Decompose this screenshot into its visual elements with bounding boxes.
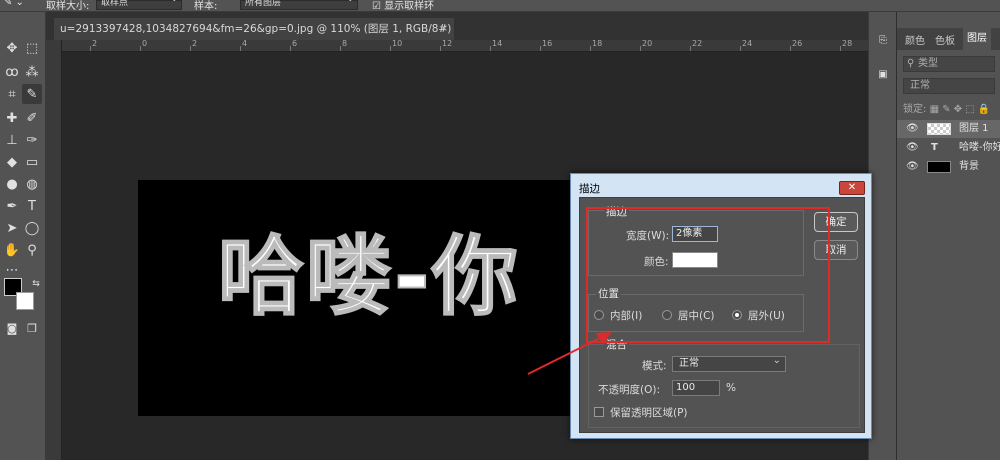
lasso-tool-icon[interactable]: ꝏ — [2, 62, 22, 82]
preserve-transparency-label: 保留透明区域(P) — [610, 407, 688, 419]
gradient-tool-icon[interactable]: ▭ — [22, 152, 42, 172]
layer-name: 哈喽-你好 — [959, 142, 1000, 153]
document-tab[interactable]: u=2913397428,1034827694&fm=26&gp=0.jpg @… — [54, 18, 454, 40]
screen-mode-icon[interactable]: ❐ — [22, 318, 42, 338]
magic-wand-icon[interactable]: ⁂ — [22, 62, 42, 82]
history-brush-icon[interactable]: ✑ — [22, 130, 42, 150]
lock-label: 锁定: — [903, 104, 927, 115]
ruler-tick-label: 16 — [542, 40, 553, 48]
eyedropper-icon[interactable]: ✎ ⌄ — [4, 0, 24, 8]
options-bar: ✎ ⌄ 取样大小: 取样点 样本: 所有图层 ☑ 显示取样环 — [0, 0, 1000, 12]
hand-tool-icon[interactable]: ✋ — [2, 240, 22, 260]
layer-thumbnail — [927, 123, 951, 135]
ruler-tick-label: 14 — [492, 40, 503, 48]
ruler-tick-label: 8 — [342, 40, 348, 48]
blur-tool-icon[interactable]: ● — [2, 174, 22, 194]
swap-colors-icon[interactable]: ⇆ — [26, 274, 46, 294]
zoom-tool-icon[interactable]: ⚲ — [22, 240, 42, 260]
blend-mode-select[interactable]: 正常 — [903, 78, 995, 94]
show-ring-label: 显示取样环 — [384, 1, 435, 12]
ruler-tick-label: 24 — [742, 40, 753, 48]
document-tab-bar: u=2913397428,1034827694&fm=26&gp=0.jpg @… — [46, 12, 868, 40]
dodge-tool-icon[interactable]: ◍ — [22, 174, 42, 194]
collapsed-panel-strip: ⎘ ▣ — [868, 12, 896, 460]
ruler-tick-label: 0 — [142, 40, 148, 48]
eraser-tool-icon[interactable]: ◆ — [2, 152, 22, 172]
sample-value: 所有图层 — [245, 0, 282, 8]
visibility-eye-icon[interactable]: 👁 — [906, 158, 919, 176]
opacity-label: 不透明度(O): — [598, 384, 660, 396]
ruler-tick-label: 10 — [392, 40, 403, 48]
layers-panel: 颜色 色板 图层 ⚲ 类型 正常 锁定: ▦ ✎ ✥ ⬚ 🔒 👁 图层 1 👁 … — [896, 12, 1000, 460]
tab-layers[interactable]: 图层 — [963, 28, 991, 50]
ruler-tick-label: 22 — [692, 40, 703, 48]
mode-value: 正常 — [679, 358, 699, 369]
type-tool-icon[interactable]: T — [22, 196, 42, 216]
sample-size-value: 取样点 — [101, 0, 129, 8]
ruler-tick-label: 4 — [242, 40, 248, 48]
marquee-tool-icon[interactable]: ⬚ — [22, 38, 42, 58]
blend-mode-value: 正常 — [910, 80, 930, 91]
more-tools-icon[interactable]: ⋯ — [2, 260, 22, 280]
sample-size-label: 取样大小: — [46, 1, 90, 12]
horizontal-ruler: 2 0 2 4 6 8 10 12 14 16 18 20 22 24 26 28 — [62, 40, 868, 52]
clone-stamp-icon[interactable]: ⊥ — [2, 130, 22, 150]
layer-row[interactable]: 👁 T 哈喽-你好 — [897, 139, 1000, 157]
ruler-tick-label: 20 — [642, 40, 653, 48]
quick-mask-icon[interactable]: ◙ — [2, 318, 22, 338]
properties-panel-icon[interactable]: ▣ — [873, 64, 893, 84]
ruler-tick-label: 12 — [442, 40, 453, 48]
layer-filter-value: 类型 — [918, 58, 938, 69]
ruler-tick-label: 28 — [842, 40, 853, 48]
layer-row[interactable]: 👁 背景 — [897, 158, 1000, 176]
close-icon[interactable]: ✕ — [839, 181, 865, 195]
show-ring-checkbox[interactable]: ☑ 显示取样环 — [372, 0, 435, 12]
preserve-transparency-checkbox[interactable] — [594, 407, 604, 417]
sample-select[interactable]: 所有图层 — [240, 0, 358, 10]
history-panel-icon[interactable]: ⎘ — [873, 30, 893, 50]
text-layer-icon: T — [931, 142, 938, 153]
layer-name: 图层 1 — [959, 123, 989, 134]
lock-row: 锁定: ▦ ✎ ✥ ⬚ 🔒 — [903, 100, 990, 115]
tools-panel: ✥ ⬚ ꝏ ⁂ ⌗ ✎ ✚ ✐ ⊥ ✑ ◆ ▭ ● ◍ ✒ T ➤ ◯ ✋ ⚲ … — [0, 12, 46, 460]
tab-color[interactable]: 颜色 — [905, 32, 925, 47]
path-selection-icon[interactable]: ➤ — [2, 218, 22, 238]
layer-filter-select[interactable]: ⚲ 类型 — [903, 56, 995, 72]
eyedropper-tool-icon[interactable]: ✎ — [22, 84, 42, 104]
pen-tool-icon[interactable]: ✒ — [2, 196, 22, 216]
tab-swatches[interactable]: 色板 — [935, 32, 955, 47]
annotation-highlight-box — [586, 207, 830, 343]
ellipse-tool-icon[interactable]: ◯ — [22, 218, 42, 238]
lock-icons[interactable]: ▦ ✎ ✥ ⬚ 🔒 — [930, 104, 991, 115]
canvas-text-layer[interactable]: 哈喽-你 — [217, 206, 520, 331]
document-canvas[interactable]: 哈喽-你 — [138, 180, 606, 416]
close-tab-icon[interactable]: × — [440, 18, 448, 40]
brush-tool-icon[interactable]: ✐ — [22, 108, 42, 128]
layer-thumbnail — [927, 161, 951, 173]
dialog-title: 描边 — [579, 183, 600, 195]
ruler-tick-label: 6 — [292, 40, 298, 48]
visibility-eye-icon[interactable]: 👁 — [906, 139, 919, 157]
vertical-ruler — [46, 40, 62, 460]
panel-tabs: 颜色 色板 图层 — [897, 28, 1000, 50]
mode-select[interactable]: 正常 — [672, 354, 786, 372]
search-icon: ⚲ — [907, 58, 915, 69]
visibility-eye-icon[interactable]: 👁 — [906, 120, 919, 138]
ruler-tick-label: 26 — [792, 40, 803, 48]
opacity-unit: % — [726, 382, 736, 394]
healing-brush-icon[interactable]: ✚ — [2, 108, 22, 128]
background-color-swatch[interactable] — [16, 292, 34, 310]
layer-row[interactable]: 👁 图层 1 — [897, 120, 1000, 138]
opacity-input[interactable]: 100 — [672, 380, 720, 396]
ruler-tick-label: 18 — [592, 40, 603, 48]
document-tab-title: u=2913397428,1034827694&fm=26&gp=0.jpg @… — [60, 23, 454, 35]
ruler-tick-label: 2 — [192, 40, 198, 48]
crop-tool-icon[interactable]: ⌗ — [2, 84, 22, 104]
move-tool-icon[interactable]: ✥ — [2, 38, 22, 58]
layer-name: 背景 — [959, 161, 979, 172]
ruler-tick-label: 2 — [92, 40, 98, 48]
sample-size-select[interactable]: 取样点 — [96, 0, 182, 10]
mode-label: 模式: — [642, 360, 667, 372]
sample-label: 样本: — [194, 1, 218, 12]
